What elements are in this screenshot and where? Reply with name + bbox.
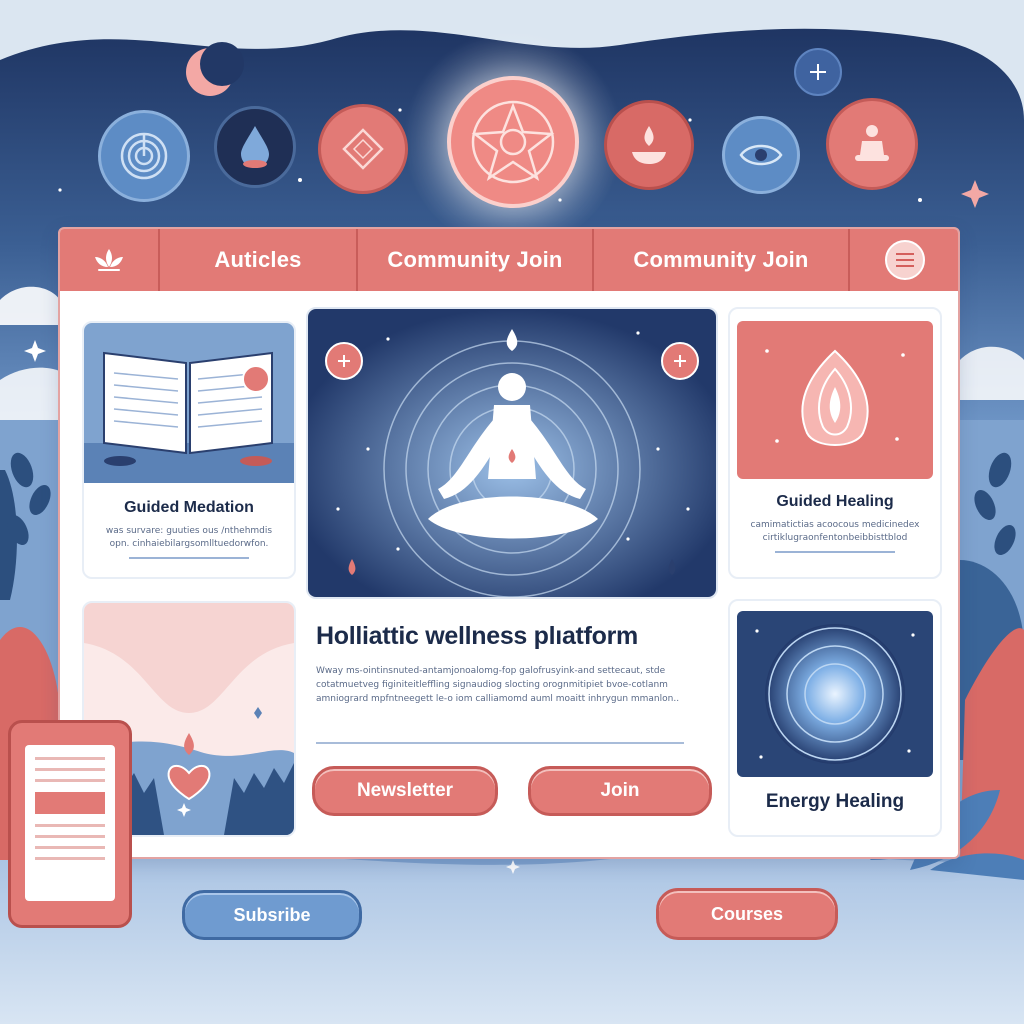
card-divider — [775, 551, 895, 553]
card-text-guided-meditation: was survare: guuties ous /nthehmdis opn.… — [105, 526, 273, 549]
nav-item-community-join-2[interactable]: Community Join — [594, 229, 850, 291]
card-title-guided-healing: Guided Healing — [776, 493, 894, 510]
nav-bar: Auticles Community Join Community Join — [60, 229, 958, 291]
subscribe-button[interactable]: Subsribe — [182, 890, 362, 940]
open-book-illustration — [84, 323, 294, 483]
card-divider — [129, 557, 249, 559]
hamburger-menu-icon — [885, 240, 925, 280]
chakra-star-icon[interactable] — [447, 76, 579, 208]
diamond-icon[interactable] — [318, 104, 408, 194]
card-energy-healing[interactable]: Energy Healing — [728, 599, 942, 837]
lotus-icon — [95, 249, 123, 271]
sparkle-icon — [794, 48, 842, 96]
hero-divider — [316, 742, 684, 744]
candle-icon[interactable] — [604, 100, 694, 190]
water-drop-icon[interactable] — [214, 106, 296, 188]
hero-title: Holliattic wellness plıatform — [316, 622, 638, 650]
hero-description: Wway ms-ointinsnuted-antamjonoalomg-fop … — [316, 666, 680, 704]
hero-meditation-illustration — [306, 307, 718, 599]
courses-button[interactable]: Courses — [656, 888, 838, 940]
nav-item-articles[interactable]: Auticles — [160, 229, 358, 291]
join-button[interactable]: Join — [528, 766, 712, 816]
browser-window: Auticles Community Join Community Join G… — [58, 227, 960, 859]
phone-illustration — [8, 720, 132, 928]
card-guided-meditation[interactable]: Guided Medation was survare: guuties ous… — [82, 321, 296, 579]
eye-icon[interactable] — [722, 116, 800, 194]
nav-item-community-join[interactable]: Community Join — [358, 229, 594, 291]
card-guided-healing[interactable]: Guided Healing camimatictias acoocous me… — [728, 307, 942, 579]
nav-logo[interactable] — [60, 229, 160, 291]
labyrinth-icon[interactable] — [98, 110, 190, 202]
card-text-guided-healing: camimatictias acoocous medicinedex cirti… — [750, 520, 920, 543]
healing-flame-illustration — [737, 321, 933, 479]
card-title-energy-healing: Energy Healing — [765, 791, 905, 812]
newsletter-button[interactable]: Newsletter — [312, 766, 498, 816]
card-title-guided-meditation: Guided Medation — [124, 499, 254, 516]
menu-button[interactable] — [850, 229, 958, 291]
meditating-figure-icon[interactable] — [826, 98, 918, 190]
energy-orb-illustration — [737, 611, 933, 777]
